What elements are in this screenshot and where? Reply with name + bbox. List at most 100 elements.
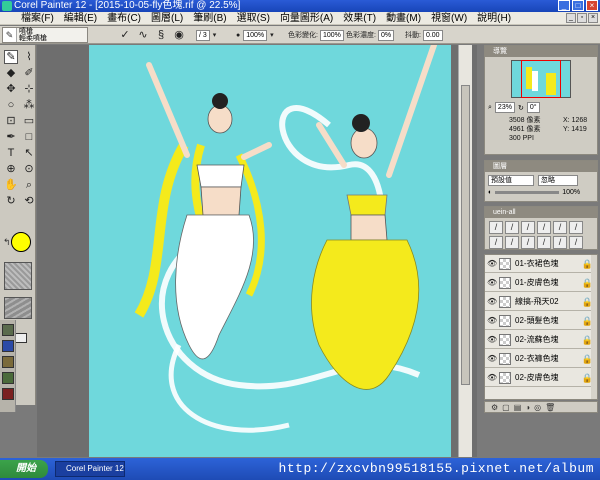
dropper-tool-icon[interactable]: ⌇ [22,50,36,64]
brush-tool-icon[interactable]: ✎ [4,50,18,64]
jitter-field[interactable]: 0.00 [422,29,443,41]
panel-icon-2[interactable] [2,340,14,352]
brush-variant-icon-1[interactable]: / [489,221,503,234]
pattern-selector[interactable] [4,297,32,319]
main-color-well[interactable]: ↰ [3,231,33,255]
menu-movie[interactable]: 動畫(M) [381,12,426,25]
preserve-transparency-select[interactable]: 忽略 [538,175,578,186]
panel-icon-4[interactable] [2,372,14,384]
layer-list-scrollbar[interactable] [591,255,597,399]
maximize-button[interactable]: □ [572,0,584,11]
text-tool-icon[interactable]: T [4,146,18,160]
layer-row[interactable]: 👁 01-皮膚色塊 🔒 [485,274,597,292]
visibility-eye-icon[interactable]: 👁 [487,369,497,387]
layer-row[interactable]: 👁 02-衣褲色塊 🔒 [485,350,597,368]
panel-icon-5[interactable] [2,388,14,400]
brush-variant-icon-9[interactable]: / [521,236,535,249]
swap-colors-icon[interactable]: ↰ [3,237,11,248]
visibility-eye-icon[interactable]: 👁 [487,255,497,273]
color-variability-field[interactable]: 100% [319,29,344,41]
layer-row[interactable]: 👁 02-皮膚色塊 🔒 [485,369,597,387]
new-layer-icon[interactable]: ▢ [502,403,510,412]
layer-row[interactable]: 👁 02-流蘇色塊 🔒 [485,331,597,349]
panel-icon-1[interactable] [2,324,14,336]
menu-canvas[interactable]: 畫布(C) [102,12,146,25]
navigator-view-frame[interactable] [521,60,561,98]
layer-commands-icon[interactable]: ⚙ [491,403,498,412]
color-density-field[interactable]: 0% [377,29,395,41]
rect-select-icon[interactable]: ▭ [22,114,36,128]
doc-restore-button[interactable]: ▫ [577,13,587,23]
layer-row[interactable]: 👁 01-衣裙色塊 🔒 [485,255,597,273]
rubber-stamp-icon[interactable]: ⊙ [22,162,36,176]
brush-variant-icon-6[interactable]: / [569,221,583,234]
doc-minimize-button[interactable]: _ [566,13,576,23]
close-button[interactable]: × [586,0,598,11]
magic-wand-icon[interactable]: ⁂ [22,98,36,112]
rotation-field[interactable]: 0° [526,102,540,113]
size-slider-arrow-icon[interactable]: ▾ [213,31,217,39]
menu-window[interactable]: 視窗(W) [426,12,472,25]
paper-selector[interactable] [4,262,32,290]
visibility-eye-icon[interactable]: 👁 [487,350,497,368]
rotate-page-icon[interactable]: ↻ [4,194,18,208]
menu-brushes[interactable]: 筆刷(B) [188,12,231,25]
doc-close-button[interactable]: × [588,13,598,23]
menu-shapes[interactable]: 向量圖形(A) [275,12,338,25]
menu-layers[interactable]: 圖層(L) [146,12,188,25]
layer-adjuster-icon[interactable]: ✥ [4,82,18,96]
scrollbar-thumb[interactable] [461,85,470,385]
divine-proportion-icon[interactable]: ⟲ [22,194,36,208]
cloner-tool-icon[interactable]: ⊕ [4,162,18,176]
composite-method-select[interactable]: 預設值 [488,175,534,186]
menu-edit[interactable]: 編輯(E) [59,12,102,25]
layer-opacity-slider[interactable] [495,191,560,194]
grabber-hand-icon[interactable]: ✋ [4,178,18,192]
pen-tool-icon[interactable]: ✒ [4,130,18,144]
dynamic-plugins-icon[interactable]: ◎ [534,403,541,412]
brush-selector[interactable]: ✎ 噴槍 輕柔噴槍 [2,27,88,43]
panel-icon-3[interactable] [2,356,14,368]
main-color-swatch[interactable] [11,232,31,252]
menu-select[interactable]: 選取(S) [232,12,275,25]
layer-row[interactable]: 👁 線搞-飛天02 🔒 [485,293,597,311]
minimize-button[interactable]: _ [558,0,570,11]
zoom-field[interactable]: 23% [494,102,515,113]
visibility-eye-icon[interactable]: 👁 [487,274,497,292]
freehand-stroke-icon[interactable]: ✓ [118,28,132,42]
layer-group-icon[interactable]: ▤ [514,403,522,412]
reset-tool-icon[interactable]: ◉ [172,28,186,42]
layer-row[interactable]: 👁 02-頭髮色塊 🔒 [485,312,597,330]
start-button[interactable]: 開始 [0,460,48,478]
lasso-tool-icon[interactable]: ○ [4,98,18,112]
layer-mask-icon[interactable]: ◑ [525,403,530,412]
taskbar-painter-item[interactable]: Corel Painter 12 - [... [55,461,125,477]
brush-variant-icon-11[interactable]: / [553,236,567,249]
document-canvas[interactable] [89,45,451,457]
menu-effects[interactable]: 效果(T) [338,12,381,25]
opacity-slider-arrow-icon[interactable]: ▾ [270,31,274,39]
eraser-tool-icon[interactable]: ✐ [22,66,36,80]
curve-stroke-icon[interactable]: § [154,28,168,42]
shape-selection-icon[interactable]: ↖ [22,146,36,160]
shape-tool-icon[interactable]: □ [22,130,36,144]
menu-file[interactable]: 檔案(F) [16,12,59,25]
brush-variant-icon-7[interactable]: / [489,236,503,249]
brush-variant-icon-10[interactable]: / [537,236,551,249]
canvas-area[interactable] [37,45,477,457]
delete-layer-icon[interactable]: 🗑 [545,403,555,412]
transform-tool-icon[interactable]: ⊹ [22,82,36,96]
crop-tool-icon[interactable]: ⊡ [4,114,18,128]
visibility-eye-icon[interactable]: 👁 [487,312,497,330]
brush-size-field[interactable]: / 3 [196,29,210,41]
brush-variant-icon-8[interactable]: / [505,236,519,249]
straight-line-icon[interactable]: ∿ [136,28,150,42]
canvas-vertical-scrollbar[interactable] [458,45,472,457]
paint-bucket-icon[interactable]: ◆ [4,66,18,80]
brush-variant-icon-12[interactable]: / [569,236,583,249]
visibility-eye-icon[interactable]: 👁 [487,331,497,349]
opacity-field[interactable]: 100% [243,29,268,41]
brush-variant-icon-2[interactable]: / [505,221,519,234]
menu-help[interactable]: 說明(H) [472,12,516,25]
visibility-eye-icon[interactable]: 👁 [487,293,497,311]
